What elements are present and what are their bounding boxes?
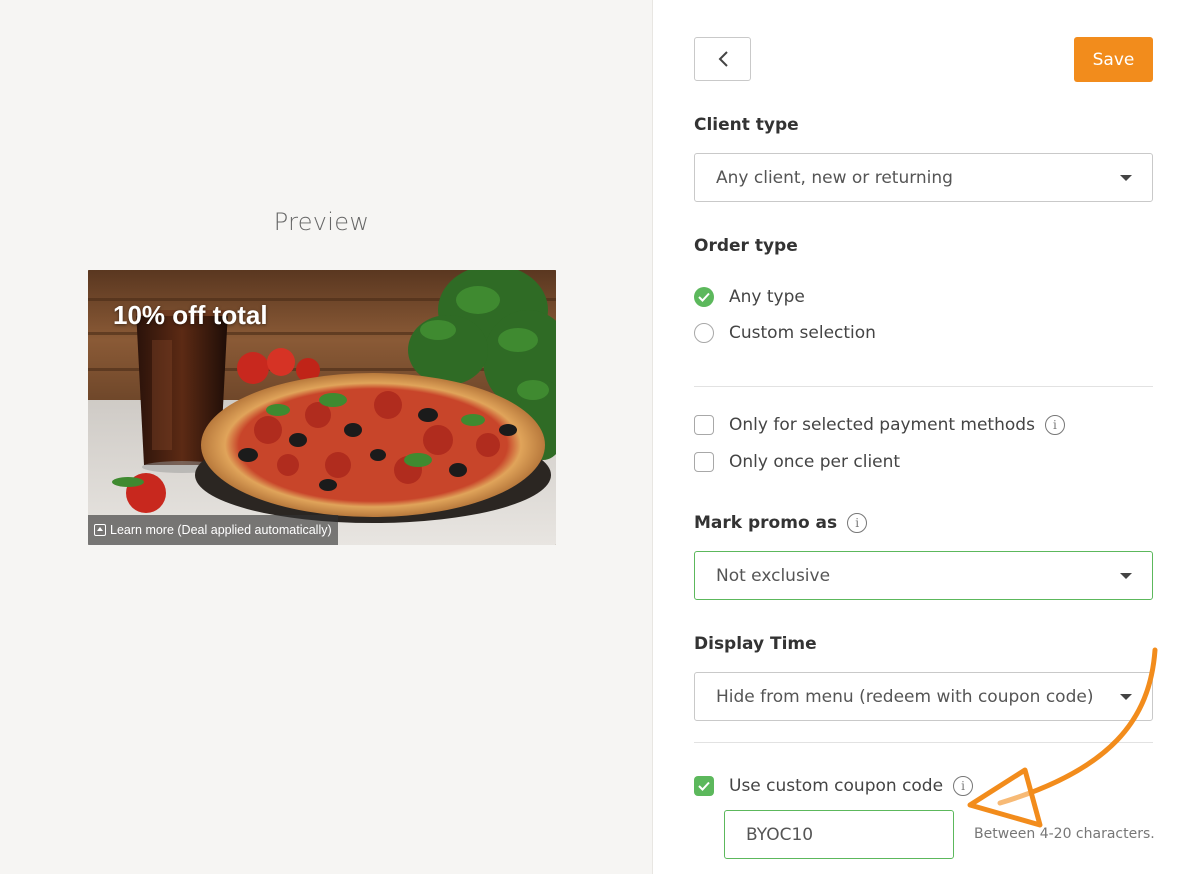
order-type-any-label: Any type (729, 287, 805, 307)
info-icon[interactable]: i (1044, 415, 1065, 435)
caret-down-icon (1120, 694, 1132, 700)
order-type-any-option[interactable]: Any type (694, 287, 805, 307)
coupon-code-value: BYOC10 (746, 824, 814, 845)
order-type-label: Order type (694, 236, 798, 256)
preview-title: Preview (273, 208, 370, 236)
info-icon[interactable]: i (953, 776, 974, 796)
mark-promo-value: Not exclusive (716, 565, 831, 586)
promo-banner-image: 10% off total Learn more (Deal applied a… (88, 270, 556, 545)
learn-more-link[interactable]: Learn more (Deal applied automatically) (88, 515, 338, 545)
chevron-left-icon (718, 51, 728, 67)
once-per-client-label: Only once per client (729, 452, 901, 472)
checkbox-unchecked-icon[interactable] (694, 452, 714, 472)
display-time-label-text: Display Time (694, 634, 817, 654)
client-type-value: Any client, new or returning (716, 167, 953, 188)
expand-up-icon (94, 524, 106, 536)
radio-unchecked-icon[interactable] (694, 323, 714, 343)
mark-promo-select[interactable]: Not exclusive (694, 551, 1153, 600)
payment-methods-option[interactable]: Only for selected payment methods i (694, 415, 1065, 435)
save-button[interactable]: Save (1074, 37, 1153, 82)
once-per-client-option[interactable]: Only once per client (694, 452, 900, 472)
order-type-custom-label: Custom selection (729, 323, 876, 343)
preview-pane: Preview 10% off total Learn more (Deal a… (0, 0, 653, 874)
checkbox-unchecked-icon[interactable] (694, 415, 714, 435)
client-type-select[interactable]: Any client, new or returning (694, 153, 1153, 202)
coupon-code-hint: Between 4-20 characters. (974, 826, 1155, 842)
caret-down-icon (1120, 175, 1132, 181)
banner-title: 10% off total (113, 300, 268, 330)
custom-coupon-option[interactable]: Use custom coupon code i (694, 776, 974, 796)
payment-methods-label: Only for selected payment methods (729, 415, 1035, 435)
client-type-label: Client type (694, 115, 799, 135)
order-type-label-text: Order type (694, 236, 798, 256)
order-type-custom-option[interactable]: Custom selection (694, 323, 876, 343)
divider (694, 742, 1153, 743)
radio-checked-icon[interactable] (694, 287, 714, 307)
caret-down-icon (1120, 573, 1132, 579)
display-time-select[interactable]: Hide from menu (redeem with coupon code) (694, 672, 1153, 721)
coupon-code-input[interactable]: BYOC10 (724, 810, 954, 859)
mark-promo-label-text: Mark promo as (694, 513, 838, 533)
settings-pane: Save Client type Any client, new or retu… (654, 0, 1200, 874)
checkbox-checked-icon[interactable] (694, 776, 714, 796)
info-icon[interactable]: i (847, 513, 868, 533)
learn-more-label: Learn more (Deal applied automatically) (110, 523, 332, 537)
mark-promo-label: Mark promo as i (694, 513, 868, 533)
client-type-label-text: Client type (694, 115, 799, 135)
custom-coupon-label: Use custom coupon code (729, 776, 944, 796)
display-time-value: Hide from menu (redeem with coupon code) (716, 686, 1094, 707)
divider (694, 386, 1153, 387)
display-time-label: Display Time (694, 634, 817, 654)
back-button[interactable] (694, 37, 751, 81)
